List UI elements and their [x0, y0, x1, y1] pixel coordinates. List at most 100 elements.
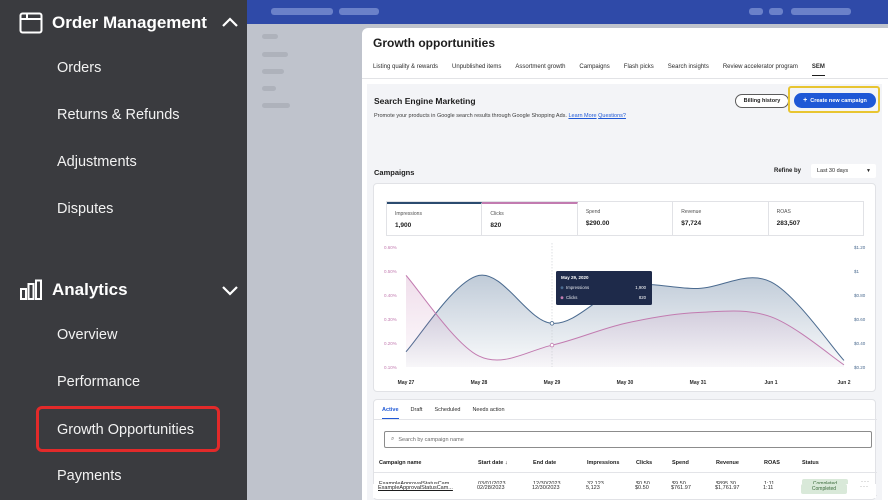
create-campaign-button[interactable]: + Create new campaign — [794, 93, 876, 108]
sidebar-section-order-management[interactable]: Order Management — [18, 10, 240, 36]
performance-chart[interactable]: 0.60% 0.50% 0.40% 0.30% 0.20% 0.10% $1.20 $1 $0.… — [374, 239, 877, 391]
sidebar-item-returns-refunds[interactable]: Returns & Refunds — [57, 107, 180, 123]
tab-scheduled[interactable]: Scheduled — [434, 407, 460, 419]
sidebar-section-label: Analytics — [52, 280, 128, 299]
cell-revenue: $1,761.97 — [715, 485, 740, 491]
x-tick-label: May 27 — [398, 380, 415, 386]
ghost-nav-line — [262, 69, 284, 74]
tab-draft[interactable]: Draft — [411, 407, 423, 419]
tab-listing-quality[interactable]: Listing quality & rewards — [373, 64, 438, 76]
tooltip-swatch — [560, 296, 564, 300]
more-icon[interactable]: ··· — [860, 484, 869, 490]
sidebar: Order Management Orders Returns & Refund… — [0, 0, 247, 500]
sidebar-item-payments[interactable]: Payments — [57, 468, 121, 484]
y-right-tick-label: $1.20 — [854, 245, 866, 250]
metric-label: Spend — [585, 209, 601, 215]
table-tabs: Active Draft Scheduled Needs action — [382, 407, 517, 419]
ghost-nav-line — [262, 52, 288, 57]
blurred-text — [339, 8, 379, 15]
top-bar — [247, 0, 888, 24]
tooltip-value: 1,900 — [635, 285, 646, 290]
sidebar-item-orders[interactable]: Orders — [57, 60, 101, 76]
y-right-tick-label: $0.40 — [854, 341, 866, 346]
table-row: ExampleApprovalStatusCam... 02/28/2023 1… — [373, 484, 876, 498]
metric-label: ROAS — [776, 209, 791, 215]
tab-review-accelerator[interactable]: Review accelerator program — [723, 64, 798, 76]
column-header: Revenue — [716, 460, 739, 466]
sidebar-item-adjustments[interactable]: Adjustments — [57, 154, 137, 170]
tab-campaigns[interactable]: Campaigns — [579, 64, 609, 76]
tooltip-label: Impressions — [566, 285, 589, 290]
metric-clicks[interactable]: Clicks 820 — [482, 202, 578, 235]
blurred-icon — [749, 8, 763, 15]
learn-more-link[interactable]: Learn More — [568, 113, 596, 119]
metric-impressions[interactable]: Impressions 1,900 — [387, 202, 483, 235]
x-tick-label: Jun 1 — [764, 380, 777, 386]
status-badge: Completed — [801, 484, 847, 494]
blurred-user — [791, 8, 851, 15]
y-right-tick-label: $0.20 — [854, 365, 866, 370]
column-header[interactable]: Start date ↓ — [478, 460, 508, 466]
column-header: Impressions — [587, 460, 620, 466]
hover-marker — [549, 342, 555, 348]
metric-value: $290.00 — [585, 220, 610, 227]
cell-roas: 1:11 — [763, 485, 774, 491]
sidebar-item-disputes[interactable]: Disputes — [57, 201, 113, 217]
y-left-tick-label: 0.30% — [384, 317, 397, 322]
tooltip-label: Clicks — [566, 295, 577, 300]
cell-end-date: 12/30/2023 — [532, 485, 560, 491]
tab-unpublished-items[interactable]: Unpublished items — [452, 64, 501, 76]
divider — [374, 472, 877, 473]
sidebar-section-analytics[interactable]: Analytics — [18, 277, 240, 303]
x-tick-label: May 31 — [690, 380, 707, 386]
metric-value: 1,900 — [395, 222, 412, 229]
tab-active[interactable]: Active — [382, 407, 399, 419]
date-range-select[interactable]: Last 30 days ▼ — [811, 164, 876, 178]
tab-search-insights[interactable]: Search insights — [668, 64, 709, 76]
sem-description: Promote your products in Google search r… — [374, 113, 626, 119]
y-right-tick-label: $0.80 — [854, 293, 866, 298]
x-tick-label: May 30 — [617, 380, 634, 386]
divider — [362, 78, 888, 79]
cell-start-date: 02/28/2023 — [477, 485, 505, 491]
tab-flash-picks[interactable]: Flash picks — [624, 64, 654, 76]
tooltip-date: May 29, 2020 — [561, 275, 589, 280]
metric-value: $7,724 — [681, 220, 702, 227]
ghost-nav-line — [262, 103, 290, 108]
campaigns-heading: Campaigns — [374, 168, 415, 177]
metric-spend[interactable]: Spend $290.00 — [578, 202, 674, 235]
date-range-value: Last 30 days — [817, 168, 849, 174]
create-campaign-label: Create new campaign — [810, 97, 867, 104]
tab-sem[interactable]: SEM — [811, 64, 825, 76]
metric-label: Revenue — [681, 209, 702, 215]
ghost-nav-line — [262, 86, 276, 91]
sort-icon: ↓ — [504, 460, 508, 466]
blurred-brand — [271, 8, 333, 15]
campaign-name-link[interactable]: ExampleApprovalStatusCam... — [378, 485, 453, 491]
y-left-tick-label: 0.60% — [384, 245, 397, 250]
tab-assortment-growth[interactable]: Assortment growth — [515, 64, 565, 76]
tab-needs-action[interactable]: Needs action — [472, 407, 504, 419]
main-panel: Growth opportunities Listing quality & r… — [362, 28, 888, 500]
billing-history-button[interactable]: Billing history — [735, 94, 789, 108]
tooltip-swatch — [560, 286, 564, 290]
cell-impressions: 5,123 — [586, 485, 600, 491]
chevron-down-icon[interactable] — [220, 280, 240, 300]
tooltip-value: 820 — [639, 295, 647, 300]
sidebar-item-overview[interactable]: Overview — [57, 327, 117, 343]
sidebar-item-growth-opportunities[interactable]: Growth Opportunities — [57, 422, 194, 438]
campaign-search-input[interactable]: ⌕ Search by campaign name — [384, 431, 872, 448]
chevron-up-icon[interactable] — [220, 13, 240, 33]
search-placeholder: Search by campaign name — [398, 436, 464, 443]
chevron-down-icon: ▼ — [866, 168, 871, 174]
sidebar-section-label: Order Management — [52, 13, 207, 32]
metric-roas[interactable]: ROAS 283,507 — [769, 202, 863, 235]
metric-revenue[interactable]: Revenue $7,724 — [673, 202, 769, 235]
metric-value: 283,507 — [776, 220, 801, 227]
questions-link[interactable]: Questions? — [598, 113, 626, 119]
y-left-tick-label: 0.10% — [384, 365, 397, 370]
y-left-tick-label: 0.20% — [384, 341, 397, 346]
sidebar-item-performance[interactable]: Performance — [57, 374, 140, 390]
cell-clicks: $0.50 — [635, 485, 649, 491]
x-tick-label: May 28 — [471, 380, 488, 386]
